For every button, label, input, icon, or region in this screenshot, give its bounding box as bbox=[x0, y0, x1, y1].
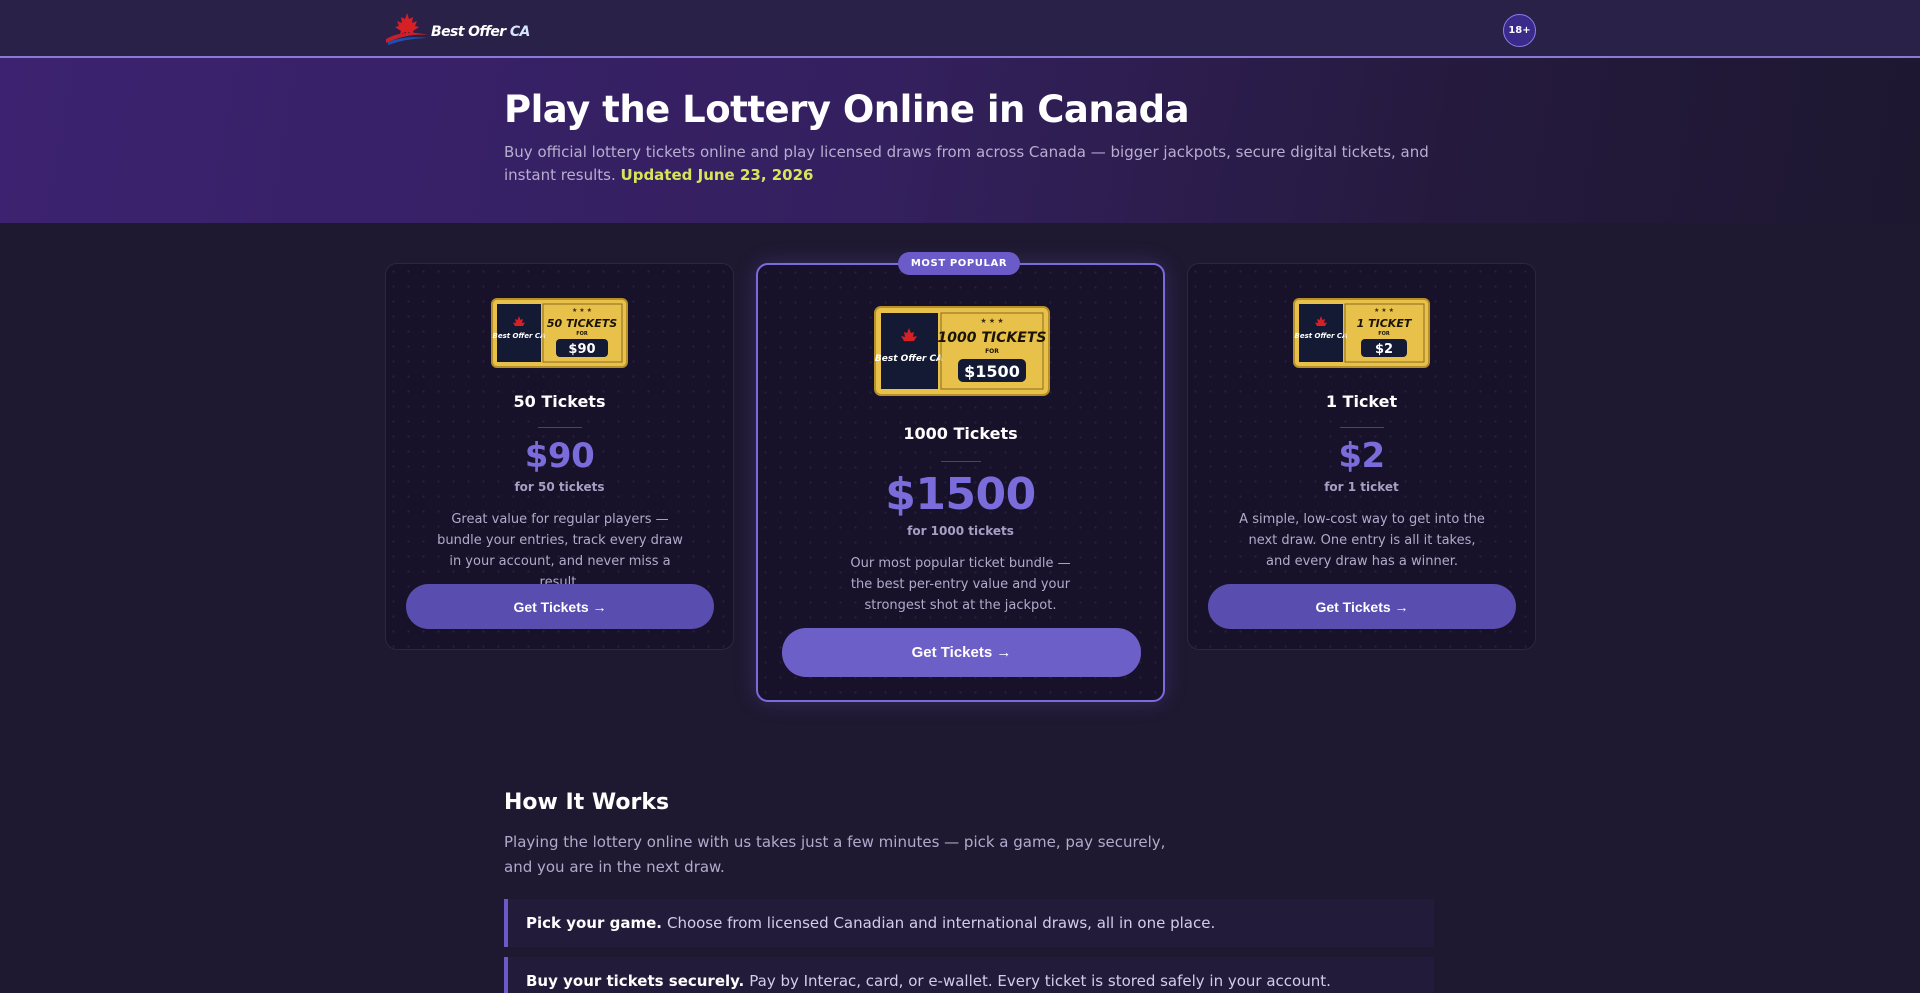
age-restriction-badge: 18+ bbox=[1503, 14, 1536, 47]
offer-price-note: for 1 ticket bbox=[1324, 480, 1399, 494]
ticket-top-text: 50 TICKETS bbox=[547, 317, 617, 330]
offer-name: 50 Tickets bbox=[513, 392, 606, 411]
ticket-price-text: $90 bbox=[568, 342, 595, 357]
ticket-brand: Best Offer CA bbox=[875, 354, 943, 364]
offer-card-1-ticket: Best Offer CA ★ ★ ★ 1 TICKET FOR $2 1 Ti… bbox=[1187, 263, 1536, 650]
svg-text:FOR: FOR bbox=[985, 348, 999, 355]
hero-subtitle: Buy official lottery tickets online and … bbox=[504, 143, 1429, 184]
offer-price: $90 bbox=[524, 436, 595, 476]
offer-price-note: for 1000 tickets bbox=[907, 524, 1014, 538]
svg-text:★ ★ ★: ★ ★ ★ bbox=[1374, 307, 1394, 314]
step-title: Buy your tickets securely. bbox=[526, 972, 745, 990]
ticket-price-text: $2 bbox=[1375, 342, 1393, 357]
svg-text:★ ★ ★: ★ ★ ★ bbox=[572, 307, 592, 314]
get-tickets-button[interactable]: Get Tickets → bbox=[1208, 584, 1516, 629]
ticket-brand: Best Offer CA bbox=[492, 332, 545, 340]
logo-text: Best Offer CA bbox=[431, 24, 530, 40]
offer-price: $2 bbox=[1338, 436, 1385, 476]
step-title: Pick your game. bbox=[526, 914, 662, 932]
svg-text:FOR: FOR bbox=[1378, 331, 1390, 337]
ticket-image: Best Offer CA ★ ★ ★ 1 TICKET FOR $2 bbox=[1293, 298, 1430, 368]
step-item: Pick your game. Choose from licensed Can… bbox=[504, 899, 1434, 947]
page-title: Play the Lottery Online in Canada bbox=[504, 88, 1190, 131]
step-text: Pay by Interac, card, or e-wallet. Every… bbox=[749, 972, 1331, 990]
offer-name: 1000 Tickets bbox=[903, 424, 1018, 443]
ticket-brand: Best Offer CA bbox=[1294, 332, 1347, 340]
how-it-works-intro: Playing the lottery online with us takes… bbox=[504, 833, 1166, 876]
how-it-works-heading: How It Works bbox=[504, 790, 670, 815]
offer-card-1000-tickets: Best Offer CA ★ ★ ★ 1000 TICKETS FOR $15… bbox=[756, 263, 1165, 702]
offer-price: $1500 bbox=[885, 469, 1036, 520]
offer-description: Our most popular ticket bundle — the bes… bbox=[850, 556, 1071, 613]
get-tickets-button[interactable]: Get Tickets → bbox=[406, 584, 714, 629]
top-navbar: Best Offer CA 18+ bbox=[0, 0, 1920, 58]
get-tickets-button[interactable]: Get Tickets → bbox=[782, 628, 1141, 677]
offer-price-note: for 50 tickets bbox=[514, 480, 605, 494]
most-popular-badge: MOST POPULAR bbox=[898, 252, 1020, 275]
offer-name: 1 Ticket bbox=[1325, 392, 1398, 411]
maple-leaf-icon bbox=[386, 13, 428, 45]
site-logo[interactable]: Best Offer CA bbox=[384, 11, 530, 47]
offer-description: Great value for regular players — bundle… bbox=[437, 512, 683, 590]
offer-card-50-tickets: Best Offer CA ★ ★ ★ 50 TICKETS FOR $90 5… bbox=[385, 263, 734, 650]
updated-date: Updated June 23, 2026 bbox=[620, 166, 814, 184]
ticket-top-text: 1 TICKET bbox=[1357, 317, 1413, 330]
step-text: Choose from licensed Canadian and intern… bbox=[666, 914, 1216, 932]
divider bbox=[1340, 427, 1384, 428]
ticket-image: Best Offer CA ★ ★ ★ 50 TICKETS FOR $90 bbox=[491, 298, 628, 368]
hero-section: Play the Lottery Online in Canada Buy of… bbox=[0, 58, 1920, 223]
ticket-price-text: $1500 bbox=[964, 362, 1020, 381]
svg-text:FOR: FOR bbox=[576, 331, 588, 337]
step-item: Buy your tickets securely. Pay by Intera… bbox=[504, 957, 1434, 993]
divider bbox=[538, 427, 582, 428]
divider bbox=[941, 461, 981, 462]
svg-text:★ ★ ★: ★ ★ ★ bbox=[980, 317, 1003, 325]
ticket-top-text: 1000 TICKETS bbox=[938, 330, 1047, 346]
offer-description: A simple, low-cost way to get into the n… bbox=[1239, 512, 1485, 569]
ticket-image: Best Offer CA ★ ★ ★ 1000 TICKETS FOR $15… bbox=[874, 306, 1050, 396]
